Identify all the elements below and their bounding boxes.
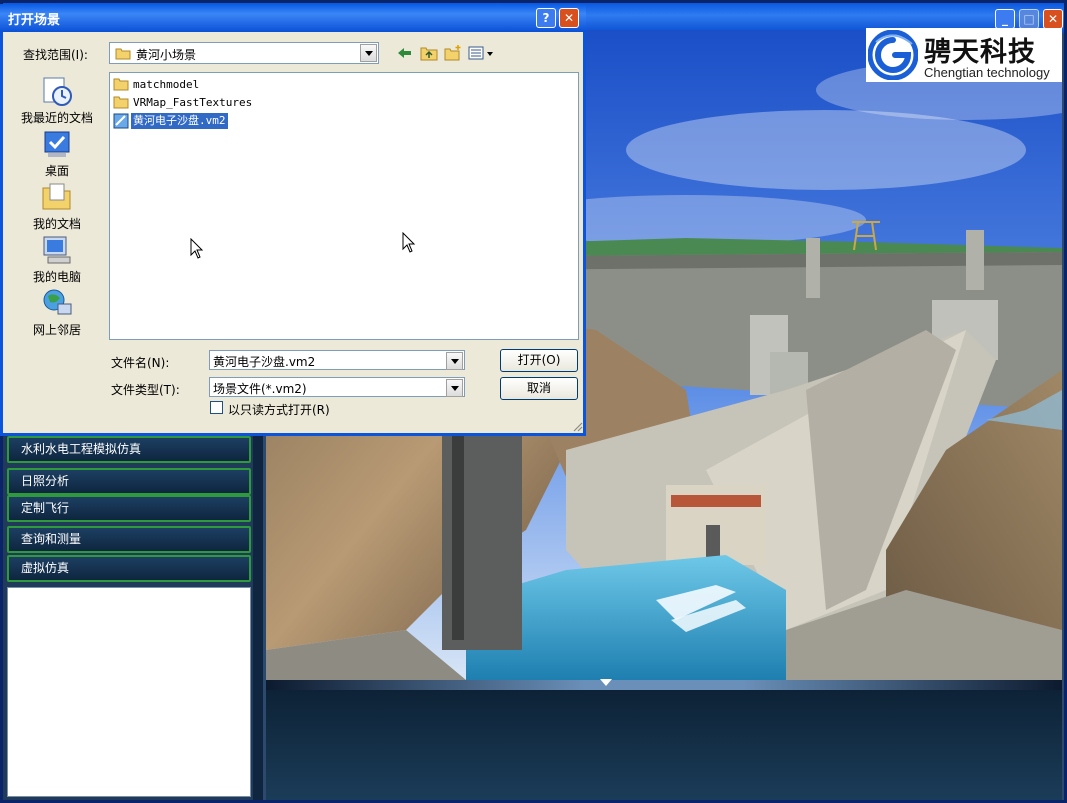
my-documents-icon <box>42 183 71 210</box>
place-desktop[interactable]: 桌面 <box>11 127 103 179</box>
left-panel-scrollbar[interactable] <box>253 432 263 800</box>
place-label: 我最近的文档 <box>20 111 93 125</box>
look-in-value: 黄河小场景 <box>136 48 197 62</box>
nav-item-custom-flight[interactable]: 定制飞行 <box>7 495 251 522</box>
mouse-cursor-icon <box>190 238 204 259</box>
view-menu-icon[interactable] <box>467 44 495 62</box>
file-list[interactable]: matchmodel VRMap_FastTextures 黄河电子沙盘.vm2 <box>109 72 579 340</box>
minimize-button[interactable]: _ <box>995 9 1015 29</box>
place-label: 网上邻居 <box>32 323 81 337</box>
back-icon[interactable] <box>395 44 415 62</box>
file-name: VRMap_FastTextures <box>133 96 253 109</box>
file-type-value: 场景文件(*.vm2) <box>213 382 307 396</box>
nav-item-sunlight-analysis[interactable]: 日照分析 <box>7 468 251 495</box>
file-type-label: 文件类型(T): <box>111 383 180 397</box>
file-name-label: 文件名(N): <box>111 356 170 370</box>
place-network[interactable]: 网上邻居 <box>11 286 103 338</box>
dialog-title: 打开场景 <box>8 13 61 28</box>
my-computer-icon <box>43 236 71 264</box>
resize-grip-icon[interactable] <box>571 420 583 432</box>
chevron-down-icon[interactable] <box>360 44 377 62</box>
help-button[interactable]: ? <box>536 8 556 28</box>
dialog-close-button[interactable]: ✕ <box>559 8 579 28</box>
place-my-computer[interactable]: 我的电脑 <box>11 233 103 285</box>
folder-icon <box>113 78 129 91</box>
left-panel: 水利水电工程模拟仿真 日照分析 定制飞行 查询和测量 虚拟仿真 <box>3 432 263 800</box>
nav-item-hydro-simulation[interactable]: 水利水电工程模拟仿真 <box>7 436 251 463</box>
scene-file-icon <box>113 113 129 129</box>
logo-text-en: Chengtian technology <box>924 65 1050 80</box>
mouse-cursor-icon <box>402 232 416 253</box>
nav-item-query-measure[interactable]: 查询和测量 <box>7 526 251 553</box>
file-name-value: 黄河电子沙盘.vm2 <box>213 355 316 369</box>
open-scene-dialog: 打开场景 ? ✕ 查找范围(I): 黄河小场景 我最近的文档 桌面 我的文档 我… <box>0 4 586 436</box>
place-label: 我的文档 <box>32 217 81 231</box>
bottom-panel <box>266 690 1062 800</box>
recent-documents-icon <box>43 77 72 106</box>
nav-item-virtual-simulation[interactable]: 虚拟仿真 <box>7 555 251 582</box>
chevron-down-icon[interactable] <box>446 379 463 397</box>
places-bar: 我最近的文档 桌面 我的文档 我的电脑 网上邻居 <box>11 72 103 342</box>
look-in-combo[interactable]: 黄河小场景 <box>109 42 379 64</box>
scene-splitter[interactable] <box>266 680 1062 690</box>
readonly-checkbox[interactable] <box>210 401 223 414</box>
desktop: _ □ ✕ 骋天科技 Chengtian technology 水利水电工程模拟… <box>0 0 1067 803</box>
dialog-titlebar[interactable]: 打开场景 ? ✕ <box>0 4 586 32</box>
place-my-documents[interactable]: 我的文档 <box>11 180 103 232</box>
maximize-button[interactable]: □ <box>1019 9 1039 29</box>
place-recent[interactable]: 我最近的文档 <box>11 74 103 126</box>
file-name-input[interactable]: 黄河电子沙盘.vm2 <box>209 350 465 370</box>
place-label: 桌面 <box>44 164 69 178</box>
logo-mark-icon <box>868 30 918 80</box>
look-in-label: 查找范围(I): <box>23 48 88 62</box>
open-button[interactable]: 打开(O) <box>500 349 578 372</box>
desktop-icon <box>44 131 70 157</box>
collapse-arrow-icon[interactable] <box>600 679 612 686</box>
cancel-button[interactable]: 取消 <box>500 377 578 400</box>
up-folder-icon[interactable] <box>419 44 439 62</box>
logo-text-cn: 骋天科技 <box>924 37 1036 68</box>
place-label: 我的电脑 <box>32 270 81 284</box>
readonly-label: 以只读方式打开(R) <box>228 403 330 417</box>
close-button[interactable]: ✕ <box>1043 9 1063 29</box>
network-places-icon <box>43 289 72 315</box>
folder-icon <box>115 48 131 60</box>
file-type-select[interactable]: 场景文件(*.vm2) <box>209 377 465 397</box>
file-name: matchmodel <box>133 78 200 91</box>
file-name: 黄河电子沙盘.vm2 <box>131 113 228 129</box>
chevron-down-icon[interactable] <box>446 352 463 370</box>
company-logo: 骋天科技 Chengtian technology <box>866 28 1062 82</box>
new-folder-icon[interactable] <box>443 44 463 62</box>
folder-icon <box>113 96 129 109</box>
nav-content-area[interactable] <box>7 587 251 797</box>
